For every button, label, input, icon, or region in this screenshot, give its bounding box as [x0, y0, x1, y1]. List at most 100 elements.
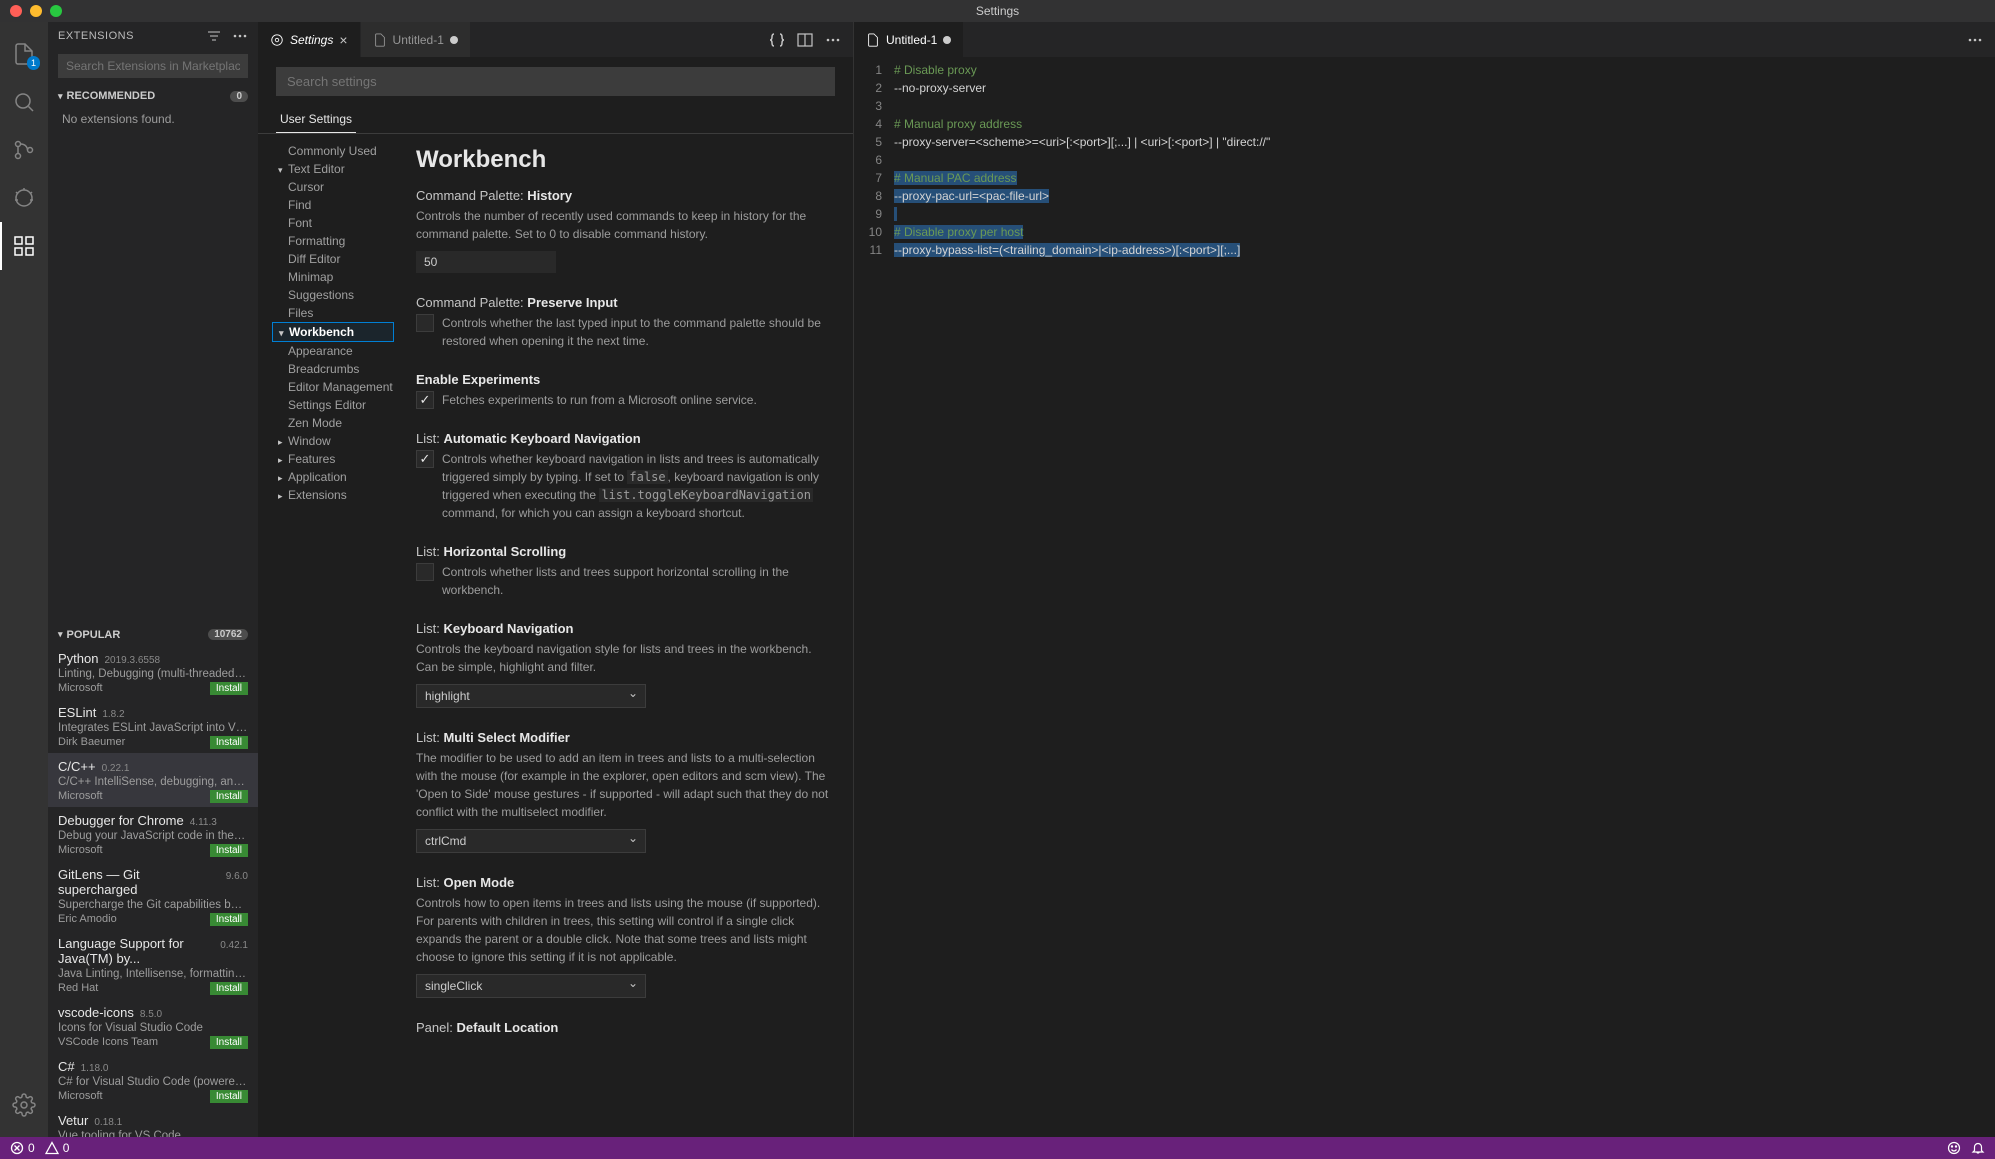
extension-item[interactable]: GitLens — Git supercharged9.6.0Superchar…: [48, 861, 258, 930]
toc-item[interactable]: Cursor: [272, 178, 394, 196]
extension-item[interactable]: Vetur0.18.1Vue tooling for VS CodePine W…: [48, 1107, 258, 1138]
install-button[interactable]: Install: [210, 844, 248, 857]
extension-search-input[interactable]: [58, 54, 248, 78]
install-button[interactable]: Install: [210, 790, 248, 803]
status-warnings[interactable]: 0: [45, 1141, 70, 1155]
ext-name: Debugger for Chrome: [58, 813, 184, 828]
code-line[interactable]: # Manual PAC address: [894, 169, 1995, 187]
autonav-checkbox[interactable]: ✓: [416, 450, 434, 468]
more-icon[interactable]: [1967, 32, 1983, 48]
code-lines[interactable]: # Disable proxy--no-proxy-server # Manua…: [894, 57, 1995, 1137]
toc-item[interactable]: Zen Mode: [272, 414, 394, 432]
maximize-window-button[interactable]: [50, 5, 62, 17]
preserve-checkbox[interactable]: [416, 314, 434, 332]
minimize-window-button[interactable]: [30, 5, 42, 17]
toc-item[interactable]: ▸Window: [272, 432, 394, 450]
install-button[interactable]: Install: [210, 982, 248, 995]
tab-settings[interactable]: Settings ×: [258, 22, 361, 57]
settings-group-title: Workbench: [416, 146, 831, 174]
code-line[interactable]: [894, 151, 1995, 169]
extension-item[interactable]: C#1.18.0C# for Visual Studio Code (power…: [48, 1053, 258, 1107]
toc-item[interactable]: Suggestions: [272, 286, 394, 304]
code-body[interactable]: 1234567891011 # Disable proxy--no-proxy-…: [854, 57, 1995, 1137]
feedback-icon[interactable]: [1947, 1141, 1961, 1155]
install-button[interactable]: Install: [210, 682, 248, 695]
split-editor-icon[interactable]: [797, 32, 813, 48]
section-count: 0: [230, 91, 248, 102]
toc-item[interactable]: ▾Text Editor: [272, 160, 394, 178]
code-line[interactable]: --proxy-bypass-list=(<trailing_domain>|<…: [894, 241, 1995, 259]
more-icon[interactable]: [232, 28, 248, 44]
toc-item[interactable]: Settings Editor: [272, 396, 394, 414]
toc-item[interactable]: Breadcrumbs: [272, 360, 394, 378]
install-button[interactable]: Install: [210, 736, 248, 749]
settings-search-input[interactable]: [276, 67, 835, 96]
tab-untitled-right[interactable]: Untitled-1: [854, 22, 964, 57]
close-window-button[interactable]: [10, 5, 22, 17]
minimap[interactable]: [1915, 57, 1995, 1137]
bell-icon[interactable]: [1971, 1141, 1985, 1155]
multisel-select[interactable]: ctrlCmd: [416, 829, 646, 853]
code-line[interactable]: --proxy-pac-url=<pac-file-url>: [894, 187, 1995, 205]
toc-item[interactable]: ▾Workbench: [272, 322, 394, 342]
status-errors[interactable]: 0: [10, 1141, 35, 1155]
toc-item[interactable]: Minimap: [272, 268, 394, 286]
debug-icon[interactable]: [0, 174, 48, 222]
toc-item[interactable]: Commonly Used: [272, 142, 394, 160]
toc-item[interactable]: Diff Editor: [272, 250, 394, 268]
code-line[interactable]: [894, 97, 1995, 115]
history-input[interactable]: [416, 251, 556, 273]
extensions-icon[interactable]: [0, 222, 48, 270]
toc-item[interactable]: ▸Application: [272, 468, 394, 486]
install-button[interactable]: Install: [210, 1090, 248, 1103]
setting-preserve-input: Command Palette: Preserve Input Controls…: [416, 295, 831, 350]
ext-desc: C/C++ IntelliSense, debugging, and code …: [58, 776, 248, 788]
section-recommended[interactable]: ▾ RECOMMENDED 0: [48, 86, 258, 106]
search-icon[interactable]: [0, 78, 48, 126]
toc-item[interactable]: Appearance: [272, 342, 394, 360]
install-button[interactable]: Install: [210, 1036, 248, 1049]
code-editor: Untitled-1 1234567891011 # Disable proxy…: [854, 22, 1995, 1137]
more-icon[interactable]: [825, 32, 841, 48]
setting-history: Command Palette: History Controls the nu…: [416, 188, 831, 273]
install-button[interactable]: Install: [210, 913, 248, 926]
tab-label: Untitled-1: [886, 33, 937, 47]
code-line[interactable]: # Disable proxy per host: [894, 223, 1995, 241]
openmode-select[interactable]: singleClick: [416, 974, 646, 998]
source-control-icon[interactable]: [0, 126, 48, 174]
ext-publisher: Microsoft: [58, 682, 103, 694]
toc-item[interactable]: Formatting: [272, 232, 394, 250]
toc-item[interactable]: Editor Management: [272, 378, 394, 396]
extension-item[interactable]: vscode-icons8.5.0Icons for Visual Studio…: [48, 999, 258, 1053]
code-line[interactable]: [894, 205, 1995, 223]
extension-item[interactable]: Language Support for Java(TM) by...0.42.…: [48, 930, 258, 999]
settings-gear-icon[interactable]: [0, 1081, 48, 1129]
json-icon[interactable]: [769, 32, 785, 48]
settings-content[interactable]: Workbench Command Palette: History Contr…: [394, 134, 853, 1137]
tab-untitled[interactable]: Untitled-1: [361, 22, 471, 57]
explorer-icon[interactable]: 1: [0, 30, 48, 78]
toc-item[interactable]: Font: [272, 214, 394, 232]
code-line[interactable]: --proxy-server=<scheme>=<uri>[:<port>][;…: [894, 133, 1995, 151]
chevron-icon: ▸: [278, 491, 288, 502]
code-line[interactable]: # Manual proxy address: [894, 115, 1995, 133]
extension-item[interactable]: ESLint1.8.2Integrates ESLint JavaScript …: [48, 699, 258, 753]
toc-item[interactable]: Find: [272, 196, 394, 214]
code-line[interactable]: --no-proxy-server: [894, 79, 1995, 97]
section-popular[interactable]: ▾ POPULAR 10762: [48, 625, 258, 645]
filter-icon[interactable]: [206, 28, 222, 44]
toc-item[interactable]: ▸Extensions: [272, 486, 394, 504]
extension-item[interactable]: C/C++0.22.1C/C++ IntelliSense, debugging…: [48, 753, 258, 807]
line-number: 1: [854, 61, 882, 79]
toc-item[interactable]: ▸Features: [272, 450, 394, 468]
code-line[interactable]: # Disable proxy: [894, 61, 1995, 79]
hscroll-checkbox[interactable]: [416, 563, 434, 581]
toc-item[interactable]: Files: [272, 304, 394, 322]
settings-scope-tab[interactable]: User Settings: [276, 106, 356, 133]
keynav-select[interactable]: highlight: [416, 684, 646, 708]
extension-item[interactable]: Python2019.3.6558Linting, Debugging (mul…: [48, 645, 258, 699]
experiments-checkbox[interactable]: ✓: [416, 391, 434, 409]
close-icon[interactable]: ×: [339, 32, 347, 48]
dirty-indicator: [943, 36, 951, 44]
extension-item[interactable]: Debugger for Chrome4.11.3Debug your Java…: [48, 807, 258, 861]
